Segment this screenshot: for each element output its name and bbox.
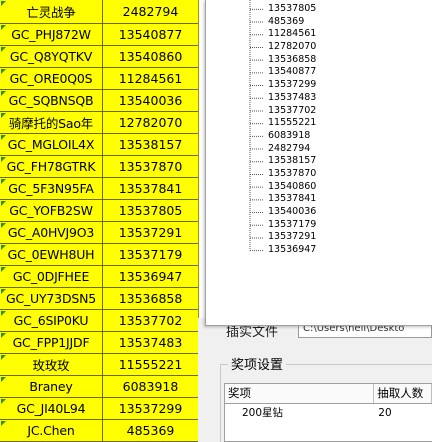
list-item[interactable]: 13537805 [268, 3, 316, 16]
name-cell[interactable]: GC_FH78GTRK [0, 156, 103, 177]
id-cell[interactable]: 13537291 [103, 222, 198, 243]
list-item[interactable]: 11284561 [268, 28, 316, 41]
sheet-row: GC_JI40L94 13537299 [0, 398, 198, 420]
sheet-row: GC_A0HVJ9O3 13537291 [0, 222, 198, 244]
prize-dialog: 插实文件 C:\Users\hell\Deskto 奖项设置 奖项 抽取人数 2… [198, 318, 432, 442]
sheet-row: 玫玫玫 11555221 [0, 354, 198, 376]
sheet-row: 骑摩托的Sao年 12782070 [0, 112, 198, 134]
name-cell[interactable]: 玫玫玫 [0, 354, 103, 375]
id-cell[interactable]: 2482794 [103, 0, 198, 23]
name-cell[interactable]: 骑摩托的Sao年 [0, 112, 103, 133]
sheet-row: GC_PHJ872W 13540877 [0, 24, 198, 46]
name-cell[interactable]: 亡灵战争 [0, 0, 103, 23]
sheet-row: GC_ORE0Q0S 11284561 [0, 68, 198, 90]
name-cell[interactable]: JC.Chen [0, 420, 103, 441]
id-list[interactable]: 13537805 485369 11284561 12782070 13536858 13… [268, 3, 316, 257]
name-cell[interactable]: GC_MGLOIL4X [0, 134, 103, 155]
list-item[interactable]: 13536947 [268, 244, 316, 257]
id-list-window[interactable]: 13537805 485369 11284561 12782070 13536858 13… [205, 0, 432, 326]
name-cell[interactable]: GC_ORE0Q0S [0, 68, 103, 89]
name-cell[interactable]: GC_0EWH8UH [0, 244, 103, 265]
sheet-row: JC.Chen 485369 [0, 420, 198, 442]
sheet-row: GC_Q8YQTKV 13540860 [0, 46, 198, 68]
list-item[interactable]: 13537841 [268, 193, 316, 206]
id-cell[interactable]: 13537179 [103, 244, 198, 265]
id-cell[interactable]: 6083918 [103, 376, 198, 397]
list-item[interactable]: 13537870 [268, 168, 316, 181]
sheet-row: Braney 6083918 [0, 376, 198, 398]
prize-grid[interactable]: 奖项 抽取人数 200星钻 20 [224, 383, 432, 442]
name-cell[interactable]: GC_5F3N95FA [0, 178, 103, 199]
sheet-row: GC_6SIP0KU 13537702 [0, 310, 198, 332]
list-item[interactable]: 13540860 [268, 181, 316, 194]
id-cell[interactable]: 13537702 [103, 310, 198, 331]
sheet-row: GC_SQBNSQB 13540036 [0, 90, 198, 112]
id-cell[interactable]: 13536947 [103, 266, 198, 287]
id-cell[interactable]: 13537870 [103, 156, 198, 177]
list-item[interactable]: 13537179 [268, 219, 316, 232]
id-cell[interactable]: 13537805 [103, 200, 198, 221]
prize-grid-header: 奖项 抽取人数 [225, 384, 432, 404]
list-item[interactable]: 11555221 [268, 117, 316, 130]
sheet-row: GC_MGLOIL4X 13538157 [0, 134, 198, 156]
list-item[interactable]: 6083918 [268, 130, 316, 143]
id-cell[interactable]: 13536858 [103, 288, 198, 309]
list-item[interactable]: 2482794 [268, 143, 316, 156]
name-cell[interactable]: Braney [0, 376, 103, 397]
prize-count-cell[interactable]: 20 [374, 404, 432, 422]
name-cell[interactable]: GC_A0HVJ9O3 [0, 222, 103, 243]
name-cell[interactable]: GC_FPP1JJDF [0, 332, 103, 353]
id-cell[interactable]: 13537841 [103, 178, 198, 199]
list-item[interactable]: 13537483 [268, 92, 316, 105]
id-cell[interactable]: 13540860 [103, 46, 198, 67]
id-cell[interactable]: 12782070 [103, 112, 198, 133]
sheet-row: GC_0DJFHEE 13536947 [0, 266, 198, 288]
id-cell[interactable]: 11284561 [103, 68, 198, 89]
list-item[interactable]: 13537291 [268, 231, 316, 244]
column-header-count[interactable]: 抽取人数 [374, 384, 432, 403]
tree-connector-lines [249, 0, 264, 252]
spreadsheet: 亡灵战争 2482794 GC_PHJ872W 13540877 GC_Q8YQTKV 1… [0, 0, 199, 442]
name-cell[interactable]: GC_0DJFHEE [0, 266, 103, 287]
list-item[interactable]: 13537702 [268, 105, 316, 118]
sheet-row: GC_YOFB2SW 13537805 [0, 200, 198, 222]
sheet-row: GC_UY73DSN5 13536858 [0, 288, 198, 310]
name-cell[interactable]: GC_YOFB2SW [0, 200, 103, 221]
name-cell[interactable]: GC_6SIP0KU [0, 310, 103, 331]
list-item[interactable]: 12782070 [268, 41, 316, 54]
prize-name-cell[interactable]: 200星钻 [225, 404, 374, 422]
list-item[interactable]: 13536858 [268, 54, 316, 67]
name-cell[interactable]: GC_UY73DSN5 [0, 288, 103, 309]
list-item[interactable]: 13538157 [268, 155, 316, 168]
id-cell[interactable]: 485369 [103, 420, 198, 441]
id-cell[interactable]: 13537483 [103, 332, 198, 353]
name-cell[interactable]: GC_PHJ872W [0, 24, 103, 45]
prize-row[interactable]: 200星钻 20 [225, 404, 432, 422]
name-cell[interactable]: GC_Q8YQTKV [0, 46, 103, 67]
list-item[interactable]: 485369 [268, 16, 316, 29]
id-cell[interactable]: 13537299 [103, 398, 198, 419]
id-cell[interactable]: 13538157 [103, 134, 198, 155]
prize-settings-title: 奖项设置 [228, 354, 287, 373]
sheet-row: GC_FH78GTRK 13537870 [0, 156, 198, 178]
sheet-row: GC_5F3N95FA 13537841 [0, 178, 198, 200]
column-header-prize[interactable]: 奖项 [225, 384, 375, 403]
sheet-row: GC_0EWH8UH 13537179 [0, 244, 198, 266]
list-item[interactable]: 13540036 [268, 206, 316, 219]
name-cell[interactable]: GC_SQBNSQB [0, 90, 103, 111]
list-item[interactable]: 13540877 [268, 66, 316, 79]
sheet-row: 亡灵战争 2482794 [0, 0, 198, 24]
id-cell[interactable]: 13540036 [103, 90, 198, 111]
id-cell[interactable]: 11555221 [103, 354, 198, 375]
sheet-row: GC_FPP1JJDF 13537483 [0, 332, 198, 354]
id-cell[interactable]: 13540877 [103, 24, 198, 45]
name-cell[interactable]: GC_JI40L94 [0, 398, 103, 419]
list-item[interactable]: 13537299 [268, 79, 316, 92]
